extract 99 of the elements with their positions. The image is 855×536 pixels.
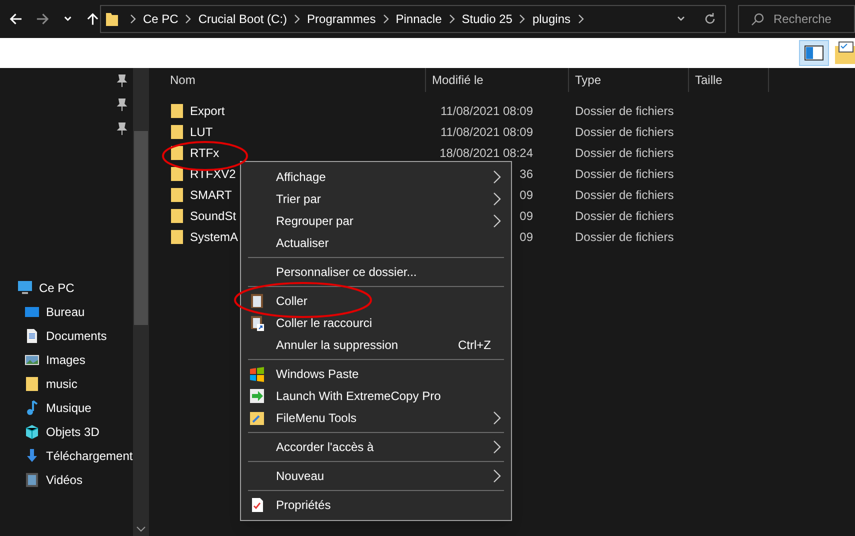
refresh-icon[interactable] [703,12,718,26]
menu-item[interactable]: Personnaliser ce dossier... [241,261,511,283]
date-cell-text: 36 [518,166,533,182]
breadcrumb[interactable]: plugins [532,10,570,28]
folder-check-icon[interactable] [835,40,855,66]
forward-icon[interactable] [35,11,51,27]
file-name[interactable]: Export [190,102,225,120]
file-name[interactable]: SMART [190,186,232,204]
chevron-right-icon [293,13,302,25]
music-note-icon [24,400,40,416]
back-icon[interactable] [8,11,24,27]
menu-item[interactable]: Regrouper par [241,210,511,232]
scrollbar-thumb[interactable] [134,131,148,325]
folder-icon [170,208,184,224]
document-icon [24,328,40,344]
breadcrumb[interactable]: Pinnacle [396,10,442,28]
up-icon[interactable] [84,11,100,27]
type-cell-text: Dossier de fichiers [574,208,674,224]
breadcrumb[interactable]: Studio 25 [462,10,512,28]
chevron-right-icon [576,13,584,25]
search-icon [751,12,766,26]
breadcrumb[interactable]: Crucial Boot (C:) [198,10,288,28]
sidebar-item[interactable]: Téléchargement [46,447,133,465]
sidebar-item[interactable]: Documents [46,327,107,345]
column-header[interactable]: Taille [689,68,769,92]
pin-icon[interactable] [116,74,128,88]
type-cell-text: Dossier de fichiers [574,124,674,140]
folder-icon [170,102,184,118]
folder-icon [170,228,184,244]
chevron-down-icon[interactable] [62,14,73,24]
folder-icon [24,376,40,392]
date-cell-text: 11/08/2021 08:09 [439,124,533,140]
sidebar-item[interactable]: Vidéos [46,471,82,489]
sidebar-item[interactable]: Images [46,351,86,369]
menu-item[interactable]: Trier par [241,188,511,210]
folder-icon [170,186,184,202]
film-icon [24,472,40,488]
menu-item[interactable]: Launch With ExtremeCopy Pro [241,385,511,407]
arrow-icon [249,388,265,404]
file-name[interactable]: SoundSt [190,206,236,224]
windows-flag-icon [249,366,265,382]
sidebar-item[interactable]: Objets 3D [46,423,100,441]
type-cell-text: Dossier de fichiers [574,102,674,120]
menu-item[interactable]: Nouveau [241,465,511,487]
chevron-right-icon [184,13,192,25]
folder-icon [170,124,184,140]
date-cell-text: 09 [518,208,533,224]
column-header[interactable]: Modifié le [426,68,569,92]
preview-pane-button[interactable] [799,40,829,66]
clipboard-shortcut-icon [249,315,265,331]
type-cell-text: Dossier de fichiers [574,186,674,204]
checklist-icon [249,497,265,513]
pin-icon[interactable] [116,122,128,136]
folder-icon [170,144,184,160]
shortcut-label: Ctrl+Z [458,337,491,354]
folder-wrench-icon [249,410,265,426]
chevron-right-icon [382,13,390,25]
menu-item[interactable]: Affichage [241,166,511,188]
search-field[interactable]: Recherche [738,5,855,33]
menu-item[interactable]: Windows Paste [241,363,511,385]
column-header[interactable]: Nom [149,68,426,92]
scroll-down-icon[interactable] [136,525,146,533]
chevron-right-icon [448,13,456,25]
pane-icon [804,45,824,61]
menu-item[interactable]: Actualiser [241,232,511,254]
type-cell-text: Dossier de fichiers [574,166,674,182]
column-header[interactable]: Type [569,68,689,92]
menu-item[interactable]: Accorder l'accès à [241,436,511,458]
date-cell-text: 18/08/2021 08:24 [438,144,533,162]
menu-item[interactable]: Propriétés [241,494,511,516]
date-cell-text: 11/08/2021 08:09 [439,102,533,120]
sidebar-item[interactable]: music [46,375,78,393]
clipboard-icon [249,293,265,309]
pin-icon[interactable] [116,98,128,112]
breadcrumb[interactable]: Programmes [307,10,376,28]
date-cell-text: 09 [518,228,533,246]
address-bar[interactable]: Ce PC Crucial Boot (C:) Programmes Pinnacle Studio 25 plugins [100,5,726,33]
folder-icon [105,11,119,27]
menu-item[interactable]: Coller le raccourci [241,312,511,334]
download-arrow-icon [24,448,40,464]
type-cell-text: Dossier de fichiers [574,144,674,162]
chevron-right-icon [518,13,526,25]
date-cell-text: 09 [518,186,533,204]
type-cell-text: Dossier de fichiers [574,228,674,246]
pc-icon [17,280,33,296]
sidebar-item[interactable]: Bureau [46,303,85,321]
menu-item[interactable]: Annuler la suppression Ctrl+Z [241,334,511,356]
sidebar-item[interactable]: Musique [46,399,92,417]
breadcrumb[interactable]: Ce PC [143,10,178,28]
picture-icon [24,352,40,368]
desktop-icon [24,304,40,320]
file-name[interactable]: LUT [190,122,213,140]
menu-item[interactable]: Coller [241,290,511,312]
folder-icon [170,166,184,182]
file-name[interactable]: SystemA [190,228,238,246]
menu-item[interactable]: FileMenu Tools [241,407,511,429]
sidebar-item[interactable]: Ce PC [39,279,74,297]
cube-icon [24,424,40,440]
chevron-right-icon [129,13,137,25]
